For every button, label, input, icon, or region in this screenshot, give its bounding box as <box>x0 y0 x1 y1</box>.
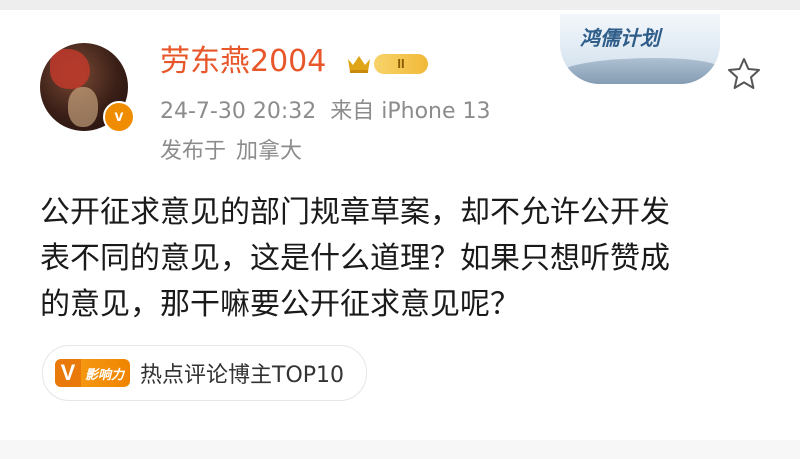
post-content-line: 表不同的意见，这是什么道理？如果只想听赞成 <box>40 241 670 276</box>
location-value: 加拿大 <box>236 139 303 164</box>
influence-tag[interactable]: V 影响力 热点评论博主TOP10 <box>42 345 368 401</box>
influence-tag-label: 热点评论博主TOP10 <box>140 363 345 388</box>
vip-level-label: II <box>374 54 428 74</box>
post-source: 来自 iPhone 13 <box>330 99 491 124</box>
post-location: 发布于 加拿大 <box>160 138 312 166</box>
card-decoration-label: 鸿儒计划 <box>580 26 660 50</box>
post-content-line: 公开征求意见的部门规章草案，却不允许公开发 <box>40 195 670 230</box>
post-timestamp: 24-7-30 20:32 <box>160 99 317 124</box>
vip-badge[interactable]: II <box>346 49 428 79</box>
influence-logo-text: 影响力 <box>85 367 125 383</box>
influence-logo-letter: V <box>55 359 81 387</box>
bottom-divider <box>0 440 800 459</box>
post-content: 公开征求意见的部门规章草案，却不允许公开发 表不同的意见，这是什么道理？如果只想… <box>40 190 770 328</box>
crown-icon <box>346 53 372 75</box>
post-content-line: 的意见，那干嘛要公开征求意见呢？ <box>40 287 520 322</box>
card-decoration: 鸿儒计划 <box>560 14 720 84</box>
verified-badge-icon: v <box>103 101 135 133</box>
top-divider <box>0 0 800 10</box>
location-prefix: 发布于 <box>160 139 227 164</box>
influence-logo-icon: V 影响力 <box>55 359 131 387</box>
post-meta: 24-7-30 20:32 来自 iPhone 13 <box>160 98 505 126</box>
star-outline-icon[interactable] <box>726 56 762 92</box>
author-name[interactable]: 劳东燕2004 <box>160 44 326 80</box>
